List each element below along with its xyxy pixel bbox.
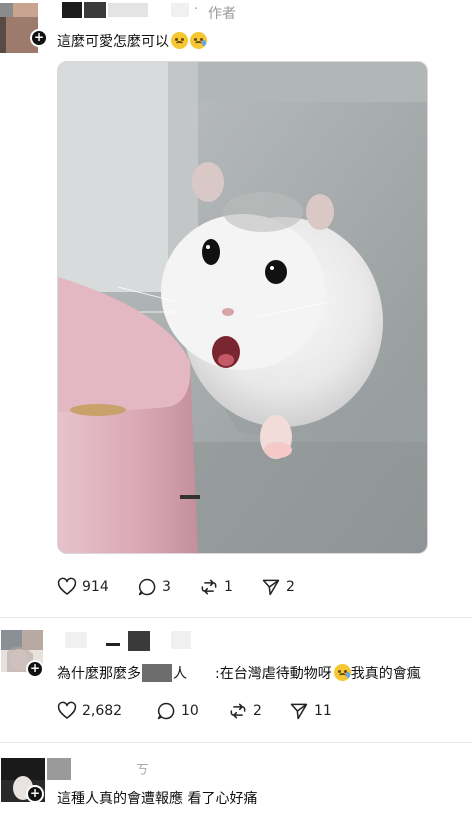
sad-face-emoji — [171, 32, 188, 49]
avatar[interactable] — [0, 3, 38, 53]
reply-button[interactable]: 10 — [156, 701, 199, 721]
like-count: 2,682 — [82, 703, 123, 719]
repost-button[interactable]: 2 — [228, 701, 262, 721]
repost-count: 2 — [253, 703, 262, 719]
reply-text: 這種人真的會遭報應 看了心好痛 — [57, 791, 258, 807]
username-censored[interactable] — [47, 758, 71, 780]
username-censored — [171, 631, 191, 649]
author-tag: 作者 — [208, 6, 236, 22]
hamster-photo — [58, 62, 427, 553]
send-icon — [290, 703, 308, 720]
post-text-content: 這麼可愛怎麼可以 — [57, 34, 169, 50]
censored-text — [142, 664, 172, 682]
reply-count: 10 — [181, 703, 199, 719]
censored-avatar-image — [0, 3, 38, 53]
reply-text-part: :在台灣虐待動物呀 — [215, 666, 332, 682]
post-text: 這麼可愛怎麼可以 — [57, 31, 207, 51]
username-censored[interactable] — [65, 632, 87, 648]
heart-icon — [57, 701, 77, 719]
repost-count: 1 — [224, 579, 233, 595]
follow-plus-icon[interactable]: + — [26, 660, 44, 678]
username-censored — [106, 643, 120, 646]
repost-icon — [230, 703, 246, 719]
repost-icon — [201, 579, 217, 595]
username-censored — [171, 3, 189, 17]
reply-button[interactable]: 3 — [137, 577, 171, 597]
username-censored — [84, 2, 106, 18]
share-count: 2 — [286, 579, 295, 595]
like-count: 914 — [82, 579, 109, 595]
share-button[interactable]: 11 — [289, 701, 332, 721]
repost-button[interactable]: 1 — [199, 577, 233, 597]
username-fragment: ㄎ — [136, 763, 150, 778]
crying-face-emoji — [333, 664, 351, 681]
follow-plus-icon[interactable]: + — [26, 785, 44, 803]
reply-text-part: 人 — [173, 666, 187, 682]
comment-bubble-icon — [138, 578, 156, 596]
divider — [0, 742, 472, 743]
reply-text: 為什麼那麼多 人 :在台灣虐待動物呀 我真的會瘋 — [57, 663, 421, 683]
like-button[interactable]: 914 — [57, 577, 109, 597]
comment-bubble-icon — [157, 702, 175, 720]
reply-text-part: 我真的會瘋 — [350, 666, 421, 682]
username-censored — [108, 3, 148, 17]
post-image[interactable] — [57, 61, 428, 554]
like-button[interactable]: 2,682 — [57, 701, 122, 721]
reply-text-part: 為什麼那麼多 — [57, 666, 141, 682]
send-icon — [262, 579, 280, 596]
username-censored — [128, 631, 150, 651]
username-censored[interactable] — [62, 2, 82, 18]
author-separator: · — [194, 2, 199, 17]
crying-face-emoji — [190, 32, 207, 49]
reply-count: 3 — [162, 579, 171, 595]
heart-icon — [57, 577, 77, 595]
share-button[interactable]: 2 — [261, 577, 295, 597]
divider — [0, 617, 472, 618]
share-count: 11 — [314, 703, 332, 719]
follow-plus-icon[interactable]: + — [30, 29, 48, 47]
